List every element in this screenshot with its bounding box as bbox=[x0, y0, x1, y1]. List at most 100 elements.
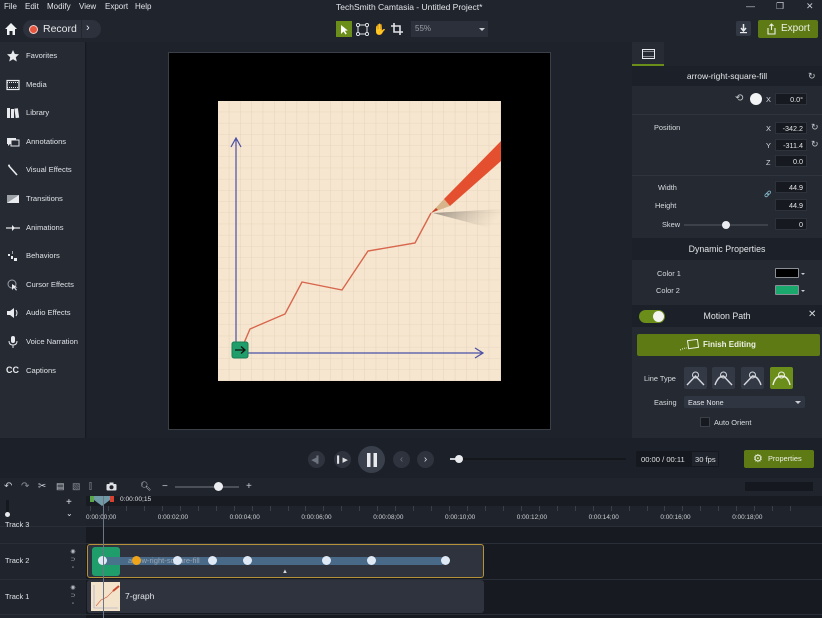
properties-button[interactable]: ⚙ Properties bbox=[744, 450, 814, 468]
redo-icon[interactable]: ↷ bbox=[21, 481, 29, 492]
track-2-header[interactable]: Track 2 ◉ ⊃ ▫ bbox=[0, 543, 86, 579]
home-icon[interactable] bbox=[4, 22, 18, 36]
rotation-axis-icon[interactable]: ⟲ bbox=[735, 93, 743, 104]
reset-y-icon[interactable]: ↻ bbox=[811, 139, 819, 150]
track-3-header[interactable]: Track 3 bbox=[0, 519, 86, 529]
menu-export[interactable]: Export bbox=[105, 2, 128, 11]
select-tool[interactable] bbox=[336, 21, 352, 37]
motion-path-toggle[interactable] bbox=[639, 310, 665, 323]
sidebar-item-library[interactable]: Library bbox=[0, 103, 86, 123]
camera-icon[interactable] bbox=[106, 482, 117, 491]
sidebar-item-cursor-effects[interactable]: Cursor Effects bbox=[0, 275, 86, 295]
step-forward-button[interactable]: ▍▶ bbox=[334, 451, 351, 468]
line-type-smooth-button[interactable] bbox=[770, 367, 793, 389]
position-x-input[interactable]: -342.2 bbox=[775, 122, 807, 134]
sidebar-item-favorites[interactable]: Favorites bbox=[0, 46, 86, 66]
lock-aspect-icon[interactable]: 🔗 bbox=[764, 191, 771, 198]
track-2-controls[interactable]: ◉ ⊃ ▫ bbox=[69, 548, 77, 572]
keyframe[interactable] bbox=[208, 556, 217, 565]
timeline-zoom-handle[interactable] bbox=[214, 482, 223, 491]
edit-path-tool[interactable] bbox=[354, 21, 370, 37]
expand-clip-icon[interactable]: ▲ bbox=[282, 569, 288, 575]
sidebar-item-media[interactable]: Media bbox=[0, 75, 86, 95]
step-back-button[interactable]: ◀▍ bbox=[308, 451, 325, 468]
auto-orient-checkbox[interactable] bbox=[700, 417, 710, 427]
menu-view[interactable]: View bbox=[79, 2, 96, 11]
playhead-line[interactable] bbox=[103, 496, 104, 618]
playhead-bar[interactable] bbox=[86, 496, 822, 506]
easing-dropdown[interactable]: Ease None bbox=[684, 396, 805, 408]
record-button[interactable]: Record › bbox=[23, 20, 101, 38]
rotation-input[interactable]: 0.0° bbox=[775, 93, 807, 105]
menu-edit[interactable]: Edit bbox=[25, 2, 39, 11]
keyframe[interactable] bbox=[243, 556, 252, 565]
keyframe[interactable] bbox=[322, 556, 331, 565]
pause-button[interactable] bbox=[358, 446, 385, 473]
skew-slider-handle[interactable] bbox=[722, 221, 730, 229]
sidebar-item-behaviors[interactable]: Behaviors bbox=[0, 246, 86, 266]
sidebar-item-transitions[interactable]: Transitions bbox=[0, 189, 86, 209]
copy-icon[interactable]: ▤ bbox=[56, 481, 65, 492]
maximize-button[interactable]: ❐ bbox=[776, 1, 784, 12]
add-track-button[interactable]: + bbox=[66, 497, 72, 508]
close-window-button[interactable]: ✕ bbox=[806, 1, 814, 12]
line-type-curve-in-button[interactable] bbox=[712, 367, 735, 389]
sidebar-item-animations[interactable]: Animations bbox=[0, 218, 86, 238]
width-input[interactable]: 44.9 bbox=[775, 181, 807, 193]
collapse-tracks-button[interactable]: ⌄ bbox=[66, 509, 73, 518]
track-1-controls[interactable]: ◉ ⊃ ▫ bbox=[69, 584, 77, 608]
paste-icon[interactable]: ▧ bbox=[72, 481, 81, 492]
keyframe[interactable] bbox=[441, 556, 450, 565]
chevron-down-icon[interactable] bbox=[801, 273, 805, 275]
chevron-down-icon[interactable] bbox=[801, 290, 805, 292]
keyframe[interactable] bbox=[367, 556, 376, 565]
minimize-button[interactable]: — bbox=[746, 1, 755, 11]
graph-paper-media[interactable] bbox=[218, 101, 501, 381]
menu-help[interactable]: Help bbox=[135, 2, 151, 11]
timeline-zoom-slider[interactable] bbox=[175, 486, 239, 488]
rotation-dial[interactable] bbox=[750, 93, 762, 105]
color2-swatch[interactable] bbox=[775, 285, 799, 295]
export-button[interactable]: Export bbox=[758, 20, 818, 38]
menu-file[interactable]: File bbox=[4, 2, 17, 11]
sidebar-item-voice-narration[interactable]: Voice Narration bbox=[0, 332, 86, 352]
download-button[interactable] bbox=[736, 21, 751, 36]
cut-icon[interactable]: ✂ bbox=[38, 481, 46, 492]
position-z-input[interactable]: 0.0 bbox=[775, 155, 807, 167]
playhead-handle[interactable] bbox=[90, 496, 118, 506]
zoom-in-button[interactable]: + bbox=[246, 481, 252, 492]
height-input[interactable]: 44.9 bbox=[775, 199, 807, 211]
sidebar-item-annotations[interactable]: Annotations bbox=[0, 132, 86, 152]
split-icon[interactable]: ⫿ bbox=[89, 481, 92, 492]
track-height-handle[interactable] bbox=[5, 512, 10, 517]
zoom-out-button[interactable]: − bbox=[162, 481, 168, 492]
pan-tool[interactable]: ✋ bbox=[372, 21, 388, 37]
sidebar-item-audio-effects[interactable]: Audio Effects bbox=[0, 303, 86, 323]
finish-editing-button[interactable]: Finish Editing bbox=[637, 334, 820, 356]
position-y-input[interactable]: -311.4 bbox=[775, 139, 807, 151]
clip-7-graph[interactable]: 7-graph bbox=[87, 580, 484, 613]
reset-x-icon[interactable]: ↻ bbox=[811, 122, 819, 133]
close-icon[interactable]: ✕ bbox=[808, 309, 816, 320]
menu-modify[interactable]: Modify bbox=[47, 2, 71, 11]
scrubber-track[interactable] bbox=[450, 458, 626, 460]
color1-swatch[interactable] bbox=[775, 268, 799, 278]
previous-marker-button[interactable]: ‹ bbox=[393, 451, 410, 468]
keyframe[interactable] bbox=[132, 556, 141, 565]
undo-icon[interactable]: ↶ bbox=[4, 481, 12, 492]
zoom-level-dropdown[interactable]: 55% bbox=[411, 21, 488, 37]
line-type-angle-button[interactable] bbox=[684, 367, 707, 389]
sidebar-item-captions[interactable]: CC Captions bbox=[0, 361, 86, 381]
next-marker-button[interactable]: › bbox=[417, 451, 434, 468]
keyframe[interactable] bbox=[173, 556, 182, 565]
tab-visual-properties[interactable] bbox=[632, 42, 664, 66]
reset-icon[interactable]: ↻ bbox=[808, 71, 816, 82]
line-type-curve-out-button[interactable] bbox=[741, 367, 764, 389]
sidebar-item-visual-effects[interactable]: Visual Effects bbox=[0, 160, 86, 180]
chevron-right-icon[interactable]: › bbox=[86, 22, 90, 34]
crop-tool[interactable] bbox=[389, 21, 405, 37]
track-1-header[interactable]: Track 1 ◉ ⊃ ▫ bbox=[0, 579, 86, 614]
skew-input[interactable]: 0 bbox=[775, 218, 807, 230]
timeline-search-box[interactable] bbox=[745, 482, 813, 491]
clip-arrow-right-square-fill[interactable]: arrow-right-square-fill ▲ bbox=[87, 544, 484, 578]
